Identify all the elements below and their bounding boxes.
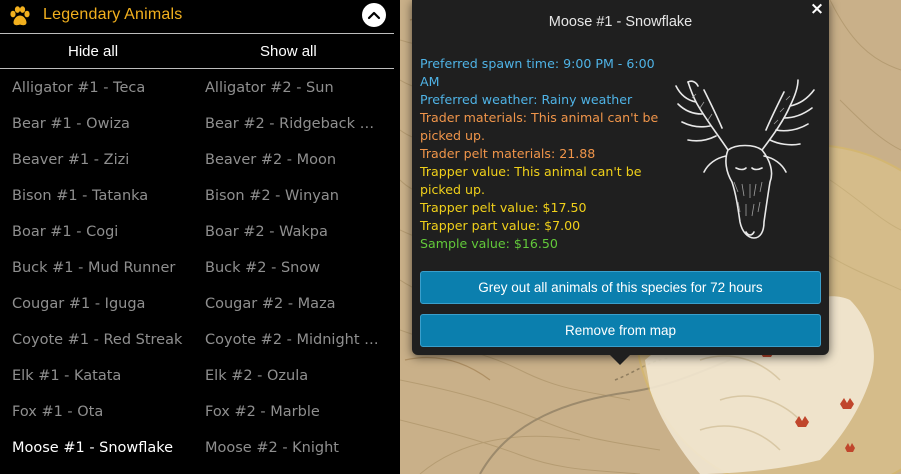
list-item-fox-2[interactable]: Fox #2 - Marble: [205, 394, 380, 430]
list-item-cougar-1[interactable]: Cougar #1 - Iguga: [12, 286, 197, 322]
list-item-cougar-2[interactable]: Cougar #2 - Maza: [205, 286, 380, 322]
list-item-coyote-2[interactable]: Coyote #2 - Midnight Paw: [205, 322, 380, 358]
grey-out-species-button[interactable]: Grey out all animals of this species for…: [420, 271, 821, 304]
list-item-boar-2[interactable]: Boar #2 - Wakpa: [205, 214, 380, 250]
list-item-fox-1[interactable]: Fox #1 - Ota: [12, 394, 197, 430]
list-item-alligator-2[interactable]: Alligator #2 - Sun: [205, 70, 380, 106]
list-item-boar-1[interactable]: Boar #1 - Cogi: [12, 214, 197, 250]
list-item-elk-1[interactable]: Elk #1 - Katata: [12, 358, 197, 394]
chevron-up-icon: [367, 11, 381, 20]
hide-all-button[interactable]: Hide all: [68, 43, 118, 60]
list-item-bison-1[interactable]: Bison #1 - Tatanka: [12, 178, 197, 214]
show-all-button[interactable]: Show all: [260, 43, 317, 60]
remove-from-map-button[interactable]: Remove from map: [420, 314, 821, 347]
list-item-bear-1[interactable]: Bear #1 - Owiza: [12, 106, 197, 142]
legendary-animals-sidebar: Legendary Animals Hide all Show all Alli…: [0, 0, 400, 474]
sidebar-actions: Hide all Show all: [0, 33, 394, 69]
popup-title: Moose #1 - Snowflake: [548, 14, 693, 30]
list-item-beaver-1[interactable]: Beaver #1 - Zizi: [12, 142, 197, 178]
weather-text: Preferred weather: Rainy weather: [420, 92, 633, 107]
moose-illustration: [675, 79, 815, 239]
trapper-value-text: Trapper value: This animal can't be pick…: [420, 164, 642, 197]
animal-details: Preferred spawn time: 9:00 PM - 6:00 AM …: [420, 55, 660, 253]
sidebar-header: Legendary Animals: [0, 0, 400, 33]
sidebar-title: Legendary Animals: [43, 6, 183, 23]
spawn-time-text: Preferred spawn time: 9:00 PM - 6:00 AM: [420, 56, 655, 89]
animal-info-popup: × Moose #1 - Snowflake Preferred spawn t…: [412, 0, 829, 355]
collapse-button[interactable]: [362, 3, 386, 27]
popup-pointer: [609, 354, 631, 365]
trader-materials-text: Trader materials: This animal can't be p…: [420, 110, 659, 143]
list-item-buck-2[interactable]: Buck #2 - Snow: [205, 250, 380, 286]
list-item-moose-2[interactable]: Moose #2 - Knight: [205, 430, 380, 466]
sample-value-text: Sample value: $16.50: [420, 236, 558, 251]
list-item-bison-2[interactable]: Bison #2 - Winyan: [205, 178, 380, 214]
list-item-coyote-1[interactable]: Coyote #1 - Red Streak: [12, 322, 197, 358]
list-item-buck-1[interactable]: Buck #1 - Mud Runner: [12, 250, 197, 286]
list-item-moose-1[interactable]: Moose #1 - Snowflake: [12, 430, 197, 466]
list-item-alligator-1[interactable]: Alligator #1 - Teca: [12, 70, 197, 106]
list-item-elk-2[interactable]: Elk #2 - Ozula: [205, 358, 380, 394]
trapper-part-text: Trapper part value: $7.00: [420, 218, 581, 233]
paw-icon: [10, 6, 30, 26]
trapper-pelt-text: Trapper pelt value: $17.50: [420, 200, 587, 215]
list-item-beaver-2[interactable]: Beaver #2 - Moon: [205, 142, 380, 178]
trader-pelt-text: Trader pelt materials: 21.88: [420, 146, 596, 161]
list-item-bear-2[interactable]: Bear #2 - Ridgeback Spirit: [205, 106, 380, 142]
